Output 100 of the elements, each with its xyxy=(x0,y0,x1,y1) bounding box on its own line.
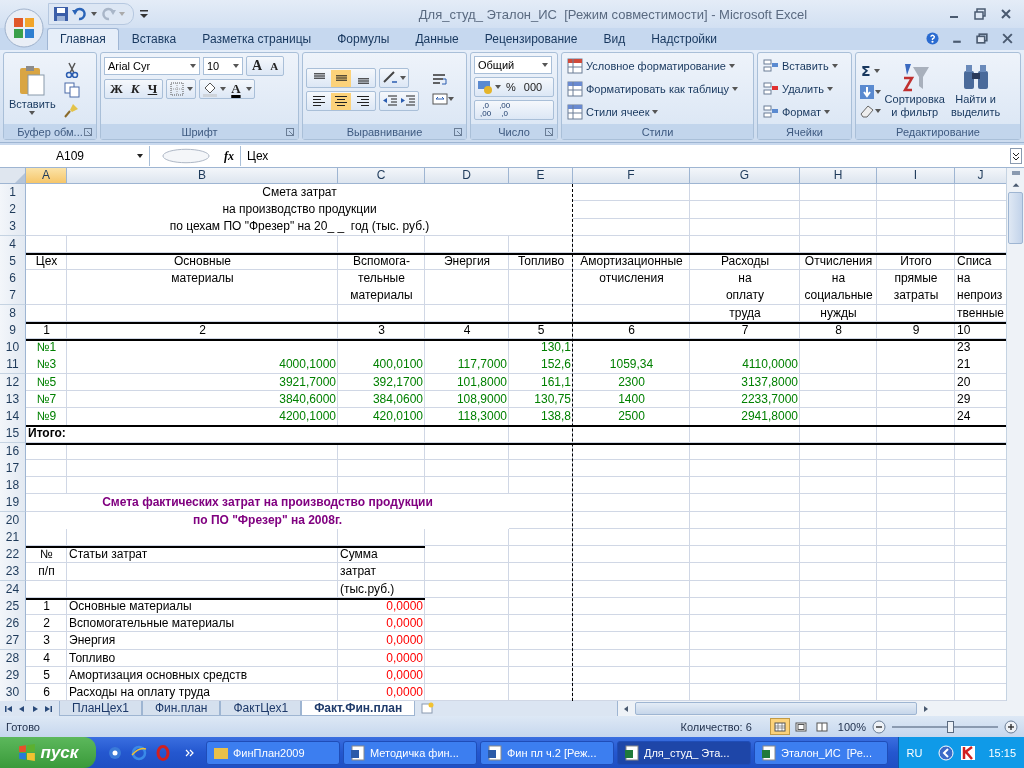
underline-button[interactable]: Ч xyxy=(144,81,161,97)
launcher-icon[interactable] xyxy=(84,128,92,137)
slider-thumb[interactable] xyxy=(947,720,955,733)
caret-icon[interactable] xyxy=(875,89,881,94)
caret-icon[interactable] xyxy=(91,12,97,16)
next-sheet-icon[interactable] xyxy=(30,703,40,714)
row-header[interactable]: 11 xyxy=(0,356,26,375)
back-icon[interactable] xyxy=(938,744,955,761)
caret-icon[interactable] xyxy=(448,97,454,102)
restore-icon[interactable] xyxy=(976,32,989,45)
paste-button[interactable]: Вставить xyxy=(7,64,58,115)
ribbon-tab[interactable]: Вставка xyxy=(118,28,190,50)
row-header[interactable]: 6 xyxy=(0,270,26,289)
find-select-button[interactable]: Найти и выделить xyxy=(947,60,1004,119)
ribbon-tab[interactable]: Вид xyxy=(590,28,639,50)
styles-menu-button[interactable]: Условное форматирование xyxy=(565,56,750,76)
thousands-button[interactable]: 000 xyxy=(520,81,546,93)
chevron-icon[interactable] xyxy=(185,747,195,758)
percent-button[interactable]: % xyxy=(503,81,519,93)
cells-menu-button[interactable]: Вставить xyxy=(761,56,848,76)
font-name-field[interactable]: Arial Cyr xyxy=(104,57,200,75)
shield-icon[interactable] xyxy=(960,744,977,761)
styles-menu-button[interactable]: Стили ячеек xyxy=(565,102,750,122)
save-icon[interactable] xyxy=(53,6,69,22)
browser-icon[interactable] xyxy=(131,744,147,761)
sort-filter-button[interactable]: Сортировка и фильтр xyxy=(881,60,948,119)
close-icon[interactable] xyxy=(1000,8,1012,20)
sheet-tab[interactable]: ФактЦех1 xyxy=(220,701,302,717)
ribbon-tab[interactable]: Данные xyxy=(402,28,472,50)
caret-icon[interactable] xyxy=(187,87,194,91)
fill-down-icon[interactable] xyxy=(859,83,875,100)
help-icon[interactable] xyxy=(926,32,939,45)
ribbon-tab[interactable]: Надстройки xyxy=(638,28,730,50)
horizontal-scrollbar[interactable] xyxy=(617,701,1024,717)
copy-icon[interactable] xyxy=(63,81,80,98)
taskbar-button[interactable]: Для_студ_ Эта... xyxy=(617,740,751,765)
ribbon-tab[interactable]: Разметка страницы xyxy=(189,28,325,50)
row-header[interactable]: 22 xyxy=(0,546,26,565)
scroll-thumb[interactable] xyxy=(1008,191,1023,244)
taskbar-button[interactable]: ФинПлан2009 xyxy=(206,740,340,765)
scissors-icon[interactable] xyxy=(63,61,80,78)
decimal-button[interactable]: ,00 ,0 xyxy=(496,102,514,118)
close-icon[interactable] xyxy=(1001,32,1014,45)
cells-menu-button[interactable]: Формат xyxy=(761,102,848,122)
scroll-thumb[interactable] xyxy=(635,702,917,716)
zoom-out-icon[interactable] xyxy=(872,719,886,734)
caret-icon[interactable] xyxy=(220,87,227,91)
row-header[interactable]: 10 xyxy=(0,339,26,358)
cells-menu-button[interactable]: Удалить xyxy=(761,79,848,99)
formula-field[interactable]: Цех xyxy=(241,149,1010,164)
row-header[interactable]: 18 xyxy=(0,477,26,496)
zoom-slider[interactable] xyxy=(892,719,998,734)
restore-icon[interactable] xyxy=(974,8,986,20)
undo-icon[interactable] xyxy=(72,6,88,22)
font-size-field[interactable]: 10 xyxy=(203,57,243,75)
font-color-button[interactable]: A xyxy=(228,81,244,97)
row-header[interactable]: 23 xyxy=(0,563,26,582)
row-header[interactable]: 19 xyxy=(0,494,26,513)
merge-cells-icon[interactable] xyxy=(432,91,448,108)
grow-font-button[interactable]: A xyxy=(249,58,266,74)
name-box[interactable]: A109 xyxy=(0,146,150,167)
launcher-icon[interactable] xyxy=(286,128,294,137)
fill-color-icon[interactable] xyxy=(202,81,219,97)
ribbon-tab[interactable]: Рецензирование xyxy=(471,28,591,50)
taskbar-button[interactable]: Эталон_ИС [Ре... xyxy=(754,740,888,765)
row-header[interactable]: 3 xyxy=(0,218,26,237)
launcher-icon[interactable] xyxy=(545,128,553,137)
row-header[interactable]: 26 xyxy=(0,615,26,634)
row-header[interactable]: 27 xyxy=(0,632,26,651)
sheet-tab[interactable]: Фин.план xyxy=(141,701,221,717)
taskbar-button[interactable]: Методичка фин... xyxy=(343,740,477,765)
caret-icon[interactable] xyxy=(495,85,501,89)
zoom-in-icon[interactable] xyxy=(1004,719,1018,734)
row-header[interactable]: 7 xyxy=(0,287,26,306)
autosum-button[interactable]: Σ xyxy=(859,60,882,81)
row-header[interactable]: 14 xyxy=(0,408,26,427)
shrink-font-button[interactable]: A xyxy=(267,60,282,72)
row-header[interactable]: 30 xyxy=(0,684,26,702)
decimal-button[interactable]: ,0 ,00 xyxy=(477,102,495,118)
launcher-icon[interactable] xyxy=(454,128,462,137)
italic-button[interactable]: К xyxy=(127,81,143,97)
row-header[interactable]: 15 xyxy=(0,425,26,444)
styles-menu-button[interactable]: Форматировать как таблицу xyxy=(565,79,750,99)
taskbar-button[interactable]: Фин пл ч.2 [Реж... xyxy=(480,740,614,765)
horizontal-align-button[interactable] xyxy=(331,92,351,110)
vertical-scrollbar[interactable] xyxy=(1006,167,1024,702)
last-sheet-icon[interactable] xyxy=(43,703,53,714)
previous-sheet-icon[interactable] xyxy=(17,703,27,714)
caret-icon[interactable] xyxy=(400,76,406,81)
bold-button[interactable]: Ж xyxy=(107,81,126,97)
sheet-tab[interactable]: ПланЦех1 xyxy=(59,701,142,717)
caret-icon[interactable] xyxy=(245,87,252,91)
insert-function-button[interactable]: fx xyxy=(224,148,234,164)
sheet-tab[interactable]: Факт.Фин.план xyxy=(301,701,416,717)
caret-icon[interactable] xyxy=(875,108,881,113)
brush-icon[interactable] xyxy=(63,101,80,118)
ribbon-tab[interactable]: Главная xyxy=(47,28,119,50)
customize-icon[interactable] xyxy=(140,10,148,18)
currency-icon[interactable] xyxy=(477,79,493,95)
ribbon-tab[interactable]: Формулы xyxy=(324,28,403,50)
